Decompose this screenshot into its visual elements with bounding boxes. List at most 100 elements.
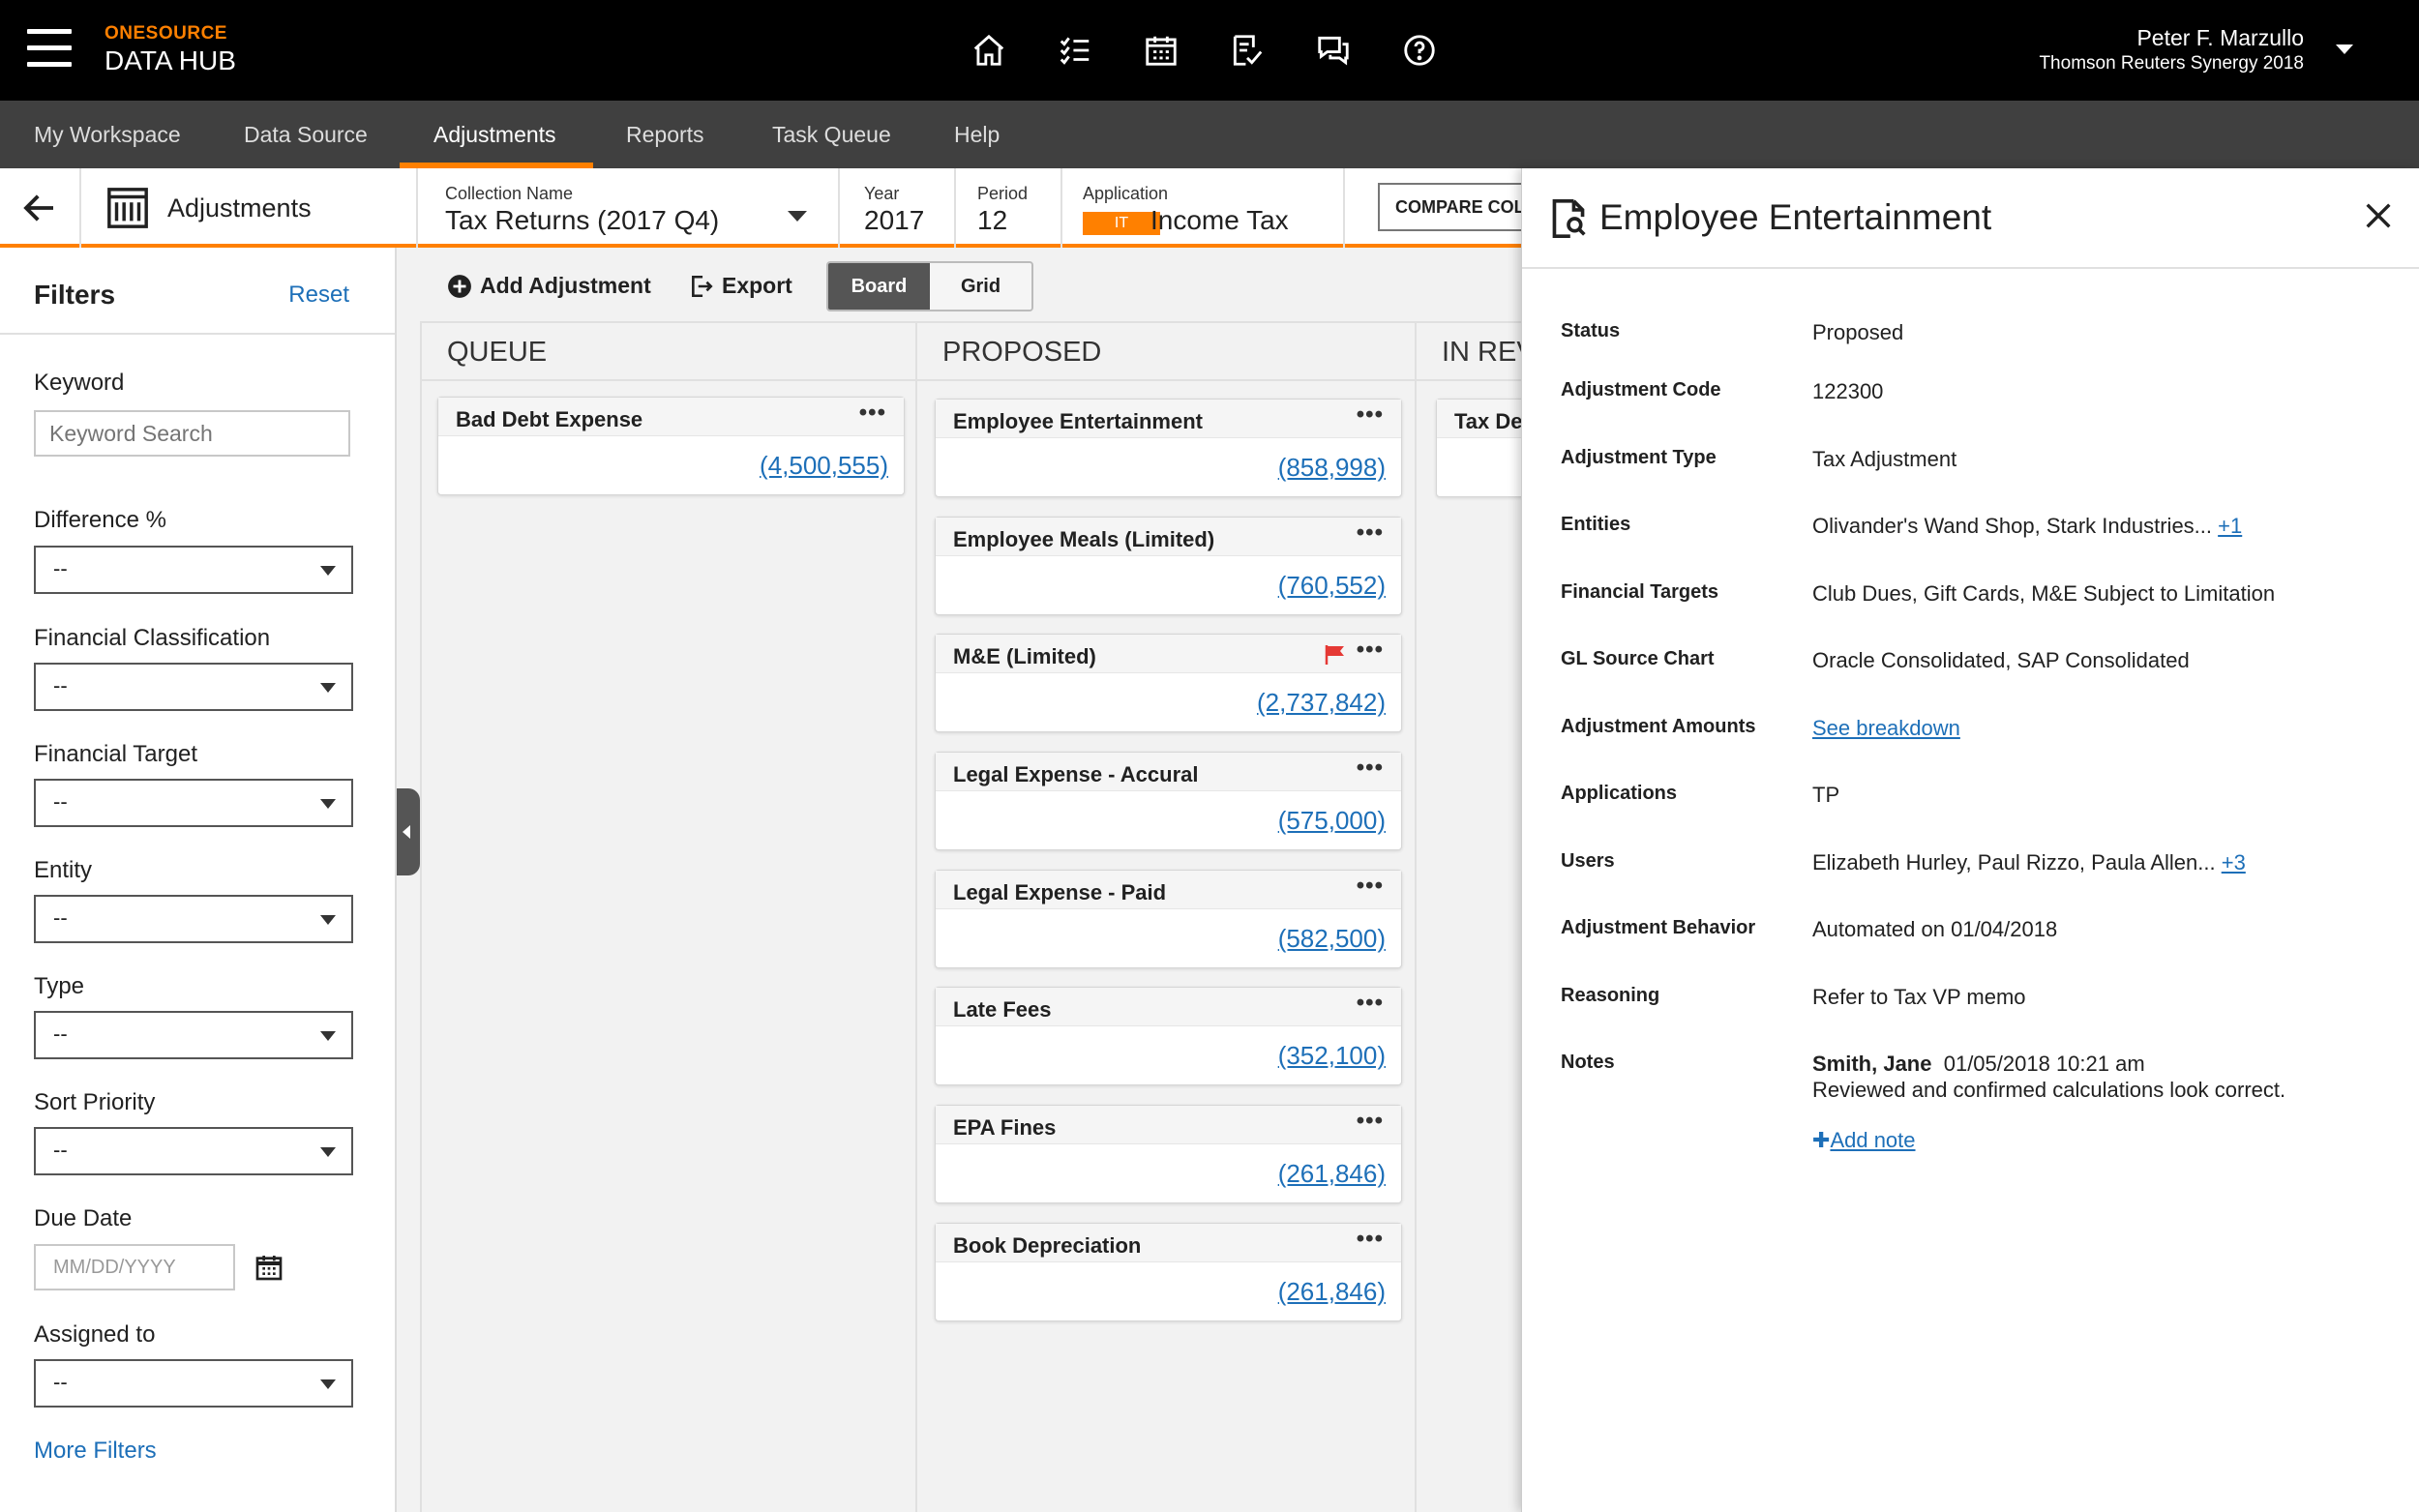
more-options-icon[interactable]: ••• [859,400,886,427]
detail-label: Reasoning [1561,985,1660,1006]
hamburger-menu-icon[interactable] [27,29,72,68]
task-list-icon[interactable] [1054,29,1096,72]
year-value: 2017 [864,205,925,235]
difference-select-value: -- [53,556,68,580]
tab-my-workspace[interactable]: My Workspace [34,101,181,168]
collapse-sidebar-handle[interactable] [397,788,420,875]
tab-reports[interactable]: Reports [626,101,704,168]
close-icon[interactable] [2362,199,2395,232]
export-icon [692,275,713,297]
card-amount-link[interactable]: (575,000) [1278,806,1386,836]
card-amount-link[interactable]: (582,500) [1278,924,1386,954]
user-name[interactable]: Peter F. Marzullo [2136,25,2304,51]
calendar-icon[interactable] [254,1252,284,1283]
tab-data-source[interactable]: Data Source [244,101,368,168]
more-options-icon[interactable]: ••• [1357,637,1384,664]
card-amount-link[interactable]: (352,100) [1278,1041,1386,1071]
keyword-search-input[interactable] [34,410,350,457]
card-title: Late Fees [953,997,1052,1022]
brand-onesource: ONESOURCE [105,23,227,44]
more-options-icon[interactable]: ••• [1357,1226,1384,1253]
collection-name-label: Collection Name [445,184,574,203]
back-arrow-icon[interactable] [19,188,60,228]
card-amount-link[interactable]: (4,500,555) [760,451,888,481]
application-value: Income Tax [1150,205,1289,235]
board-view-button[interactable]: Board [828,263,930,310]
reset-filters-link[interactable]: Reset [288,282,349,309]
adjustment-card[interactable]: EPA Fines ••• (261,846) [935,1105,1402,1203]
due-date-input[interactable]: MM/DD/YYYY [34,1244,235,1290]
detail-header: Employee Entertainment [1522,168,2419,269]
adjustment-card[interactable]: Bad Debt Expense ••• (4,500,555) [437,397,905,495]
review-icon[interactable] [1226,29,1269,72]
card-header: Employee Meals (Limited) ••• [936,518,1401,556]
board-column-queue: QUEUE Bad Debt Expense ••• (4,500,555) [420,323,917,1512]
add-adjustment-label: Add Adjustment [480,273,651,298]
adjustment-card[interactable]: Employee Meals (Limited) ••• (760,552) [935,517,1402,615]
divider [1060,168,1062,248]
card-amount-link[interactable]: (261,846) [1278,1277,1386,1307]
sort-priority-label: Sort Priority [34,1089,156,1115]
type-select[interactable]: -- [34,1011,353,1059]
card-header: Bad Debt Expense ••• [438,398,904,436]
financial-classification-select[interactable]: -- [34,663,353,711]
calendar-icon[interactable] [1140,29,1182,72]
more-options-icon[interactable]: ••• [1357,990,1384,1017]
adjustment-card[interactable]: Legal Expense - Accural ••• (575,000) [935,752,1402,850]
card-amount-link[interactable]: (2,737,842) [1257,688,1386,718]
financial-target-value: -- [53,789,68,814]
collection-name-value[interactable]: Tax Returns (2017 Q4) [445,205,719,236]
adjustment-card[interactable]: Tax De [1436,399,1521,497]
more-options-icon[interactable]: ••• [1357,519,1384,547]
application-badge: IT [1083,212,1160,235]
card-amount-link[interactable]: (760,552) [1278,571,1386,601]
user-org: Thomson Reuters Synergy 2018 [2039,53,2304,74]
compare-collections-button[interactable]: COMPARE COLL [1378,183,1533,231]
financial-classification-value: -- [53,673,68,697]
more-filters-link[interactable]: More Filters [34,1438,157,1465]
add-adjustment-button[interactable]: Add Adjustment [447,273,651,299]
detail-label: Applications [1561,783,1678,804]
column-header: QUEUE [422,323,915,381]
user-menu-caret-icon[interactable] [2336,44,2353,54]
chat-icon[interactable] [1312,29,1355,72]
home-icon[interactable] [968,29,1010,72]
note-author: Smith, Jane [1812,1052,1932,1076]
financial-classification-label: Financial Classification [34,625,271,651]
tab-task-queue[interactable]: Task Queue [772,101,891,168]
entity-select[interactable]: -- [34,895,353,943]
assigned-to-select[interactable]: -- [34,1359,353,1408]
tab-help[interactable]: Help [954,101,1000,168]
flag-icon[interactable] [1324,644,1347,666]
entities-text: Olivander's Wand Shop, Stark Industries.… [1812,514,2213,538]
chevron-down-icon [320,1031,336,1041]
chevron-down-icon [320,915,336,925]
more-options-icon[interactable]: ••• [1357,873,1384,900]
adjustment-card[interactable]: Legal Expense - Paid ••• (582,500) [935,870,1402,968]
tab-adjustments[interactable]: Adjustments [433,101,556,168]
card-amount-link[interactable]: (858,998) [1278,453,1386,483]
more-options-icon[interactable]: ••• [1357,1108,1384,1135]
add-note-link[interactable]: ✚Add note [1812,1128,1916,1153]
detail-label: GL Source Chart [1561,648,1715,669]
financial-target-select[interactable]: -- [34,779,353,827]
card-amount-link[interactable]: (261,846) [1278,1159,1386,1189]
adjustment-card[interactable]: Late Fees ••• (352,100) [935,987,1402,1085]
financial-target-label: Financial Target [34,741,197,767]
see-breakdown-link[interactable]: See breakdown [1812,716,1960,740]
adjustment-amounts-value: See breakdown [1812,716,1960,741]
difference-select[interactable]: -- [34,546,353,594]
collection-dropdown-caret-icon[interactable] [788,211,807,222]
grid-view-button[interactable]: Grid [930,263,1031,310]
board-column-in-review: IN REV Tax De [1417,323,1521,1512]
export-button[interactable]: Export [689,273,792,299]
adjustment-card[interactable]: Book Depreciation ••• (261,846) [935,1223,1402,1321]
entities-more-link[interactable]: +1 [2218,514,2242,538]
sort-priority-select[interactable]: -- [34,1127,353,1175]
more-options-icon[interactable]: ••• [1357,755,1384,782]
adjustment-card[interactable]: Employee Entertainment ••• (858,998) [935,399,1402,497]
users-more-link[interactable]: +3 [2222,850,2246,875]
help-icon[interactable] [1398,29,1441,72]
adjustment-card[interactable]: M&E (Limited) ••• (2,737,842) [935,634,1402,732]
more-options-icon[interactable]: ••• [1357,401,1384,429]
